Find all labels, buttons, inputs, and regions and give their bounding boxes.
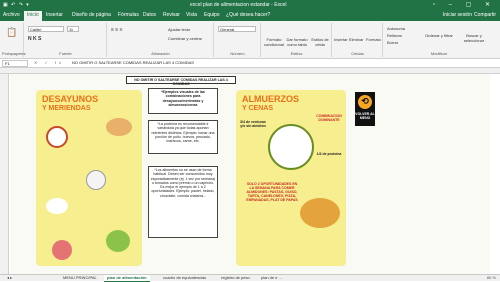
row-headers bbox=[0, 74, 9, 274]
milk-image bbox=[86, 170, 106, 190]
sheet-tab-bar: ◂ ▸ MENU PRINCIPAL plan de alimentación … bbox=[0, 274, 500, 282]
group-estilos: Formato condicional Dar formato como tab… bbox=[262, 23, 332, 57]
window-controls[interactable]: ▫ – ▢ ✕ bbox=[433, 1, 496, 8]
carb-label: COMBINACION DOMINANTE bbox=[316, 114, 342, 122]
insert-cells-button[interactable]: Insertar bbox=[334, 37, 348, 42]
group-modificar: Autosuma Rellenar Borrar Ordenar y filtr… bbox=[384, 23, 494, 57]
conditional-format-button[interactable]: Formato condicional bbox=[263, 37, 285, 47]
sheet-grid[interactable]: NO OMITIR O SALTEARSE COMIDAS REALIZAR L… bbox=[0, 74, 500, 274]
back-arrow-icon: ⟲ bbox=[358, 95, 372, 109]
wrap-text-button[interactable]: Ajustar texto bbox=[168, 27, 190, 32]
lunch-title: ALMUERZOS bbox=[242, 94, 299, 104]
lunch-subtitle: Y CENAS bbox=[242, 105, 273, 112]
sheet-tab-menu-principal[interactable]: MENU PRINCIPAL bbox=[60, 275, 100, 281]
delete-cells-button[interactable]: Eliminar bbox=[349, 37, 363, 42]
find-select-button[interactable]: Buscar y seleccionar bbox=[458, 33, 490, 43]
format-cells-button[interactable]: Formato bbox=[366, 37, 381, 42]
number-format-select[interactable]: General bbox=[218, 26, 256, 32]
align-icons[interactable]: ≡ ≡ ≡ bbox=[111, 27, 123, 33]
tab-insertar[interactable]: Insertar bbox=[46, 12, 63, 18]
volver-menu-button[interactable]: ⟲ VOLVER AL MENÚ bbox=[355, 92, 375, 126]
font-name-select[interactable]: Calibri bbox=[28, 26, 64, 32]
juice-image bbox=[52, 240, 72, 260]
tab-vista[interactable]: Vista bbox=[186, 12, 197, 18]
group-portapapeles: 📋 Portapapeles bbox=[2, 23, 26, 57]
pasta-label: SOLO 2 OPORTUNIDADES EN LA SEMANA PARA C… bbox=[246, 182, 298, 202]
lunch-panel: ALMUERZOS Y CENAS 3/4 de verduras y/o si… bbox=[236, 90, 346, 266]
sort-filter-button[interactable]: Ordenar y filtrar bbox=[424, 33, 454, 38]
window-title: excel plan de alimentacion estandar - Ex… bbox=[190, 2, 287, 8]
sheet-canvas: NO OMITIR O SALTEARSE COMIDAS REALIZAR L… bbox=[10, 74, 490, 274]
breakfast-title: DESAYUNOS bbox=[42, 94, 99, 104]
title-bar: ▣ ↶ ↷ ▾ excel plan de alimentacion estan… bbox=[0, 0, 500, 10]
breakfast-subtitle: Y MERIENDAS bbox=[42, 105, 91, 112]
group-alineacion: Ajustar texto Combinar y centrar ≡ ≡ ≡ A… bbox=[108, 23, 214, 57]
note-protein: *La proteína es recomendable ir variándo… bbox=[148, 120, 218, 154]
quick-access-toolbar[interactable]: ▣ ↶ ↷ ▾ bbox=[3, 2, 30, 8]
top-banner: NO OMITIR O SALTEARSE COMIDAS REALIZAR L… bbox=[126, 76, 236, 86]
sheet-tab-cuadro-equivalencias[interactable]: cuadro de equivalencias bbox=[160, 275, 209, 281]
zoom-level[interactable]: 80 % bbox=[487, 275, 496, 281]
protein-label: 1/4 de proteína bbox=[316, 152, 342, 156]
tab-diseno[interactable]: Diseño de página bbox=[72, 12, 111, 18]
breakfast-panel: DESAYUNOS Y MERIENDAS bbox=[36, 90, 142, 266]
tell-me-box[interactable]: ¿Qué desea hacer? bbox=[226, 12, 270, 18]
sheet-tab-plan-e[interactable]: plan de e ... bbox=[258, 275, 285, 281]
fx-icon[interactable]: ✕ ✓ fx bbox=[34, 60, 64, 65]
formula-bar: F1 ✕ ✓ fx NO OMITIR O SALTEARSE COMIDAS … bbox=[0, 59, 500, 68]
cell-styles-button[interactable]: Estilos de celda bbox=[309, 37, 331, 47]
spaghetti-image bbox=[300, 198, 340, 228]
font-size-select[interactable]: 11 bbox=[67, 26, 79, 32]
tab-datos[interactable]: Datos bbox=[143, 12, 156, 18]
bread-image bbox=[106, 118, 132, 136]
fill-button[interactable]: Rellenar bbox=[387, 33, 402, 38]
sign-in-link[interactable]: Iniciar sesión bbox=[443, 12, 472, 18]
verduras-label: 3/4 de verduras y/o sin almidón bbox=[240, 120, 266, 128]
plate-image bbox=[268, 124, 314, 170]
tab-nav-arrows[interactable]: ◂ ▸ bbox=[4, 275, 15, 281]
tab-equipo[interactable]: Equipo bbox=[204, 12, 220, 18]
tab-revisar[interactable]: Revisar bbox=[163, 12, 180, 18]
formula-input[interactable]: NO OMITIR O SALTEARSE COMIDAS REALIZAR L… bbox=[70, 60, 495, 67]
autosum-button[interactable]: Autosuma bbox=[387, 26, 405, 31]
name-box[interactable]: F1 bbox=[2, 60, 28, 67]
salad-image bbox=[106, 230, 130, 252]
tab-formulas[interactable]: Fórmulas bbox=[118, 12, 139, 18]
fruit-image bbox=[46, 126, 68, 148]
eggs-image bbox=[46, 198, 68, 214]
paste-icon[interactable]: 📋 bbox=[6, 27, 17, 38]
ribbon-tabs: Archivo Inicio Insertar Diseño de página… bbox=[0, 10, 500, 21]
share-button[interactable]: Compartir bbox=[474, 12, 496, 18]
bold-button[interactable]: N K S bbox=[28, 36, 41, 42]
note-examples: *Ejemplos visuales de las combinaciones … bbox=[148, 88, 218, 114]
merge-center-button[interactable]: Combinar y centrar bbox=[168, 36, 202, 41]
volver-label: VOLVER AL MENÚ bbox=[355, 112, 375, 120]
group-celdas: Insertar Eliminar Formato Celdas bbox=[333, 23, 383, 57]
clear-button[interactable]: Borrar bbox=[387, 40, 398, 45]
sheet-tab-registro-peso[interactable]: registro de peso bbox=[218, 275, 253, 281]
note-sweets: *Los alimentos no se usan de forma habit… bbox=[148, 166, 218, 238]
group-numero: General Número bbox=[215, 23, 261, 57]
ribbon: 📋 Portapapeles Calibri 11 N K S Fuente A… bbox=[0, 21, 500, 59]
group-fuente: Calibri 11 N K S Fuente bbox=[25, 23, 107, 57]
tab-archivo[interactable]: Archivo bbox=[3, 12, 20, 18]
tab-inicio[interactable]: Inicio bbox=[24, 11, 42, 21]
format-table-button[interactable]: Dar formato como tabla bbox=[286, 37, 308, 47]
